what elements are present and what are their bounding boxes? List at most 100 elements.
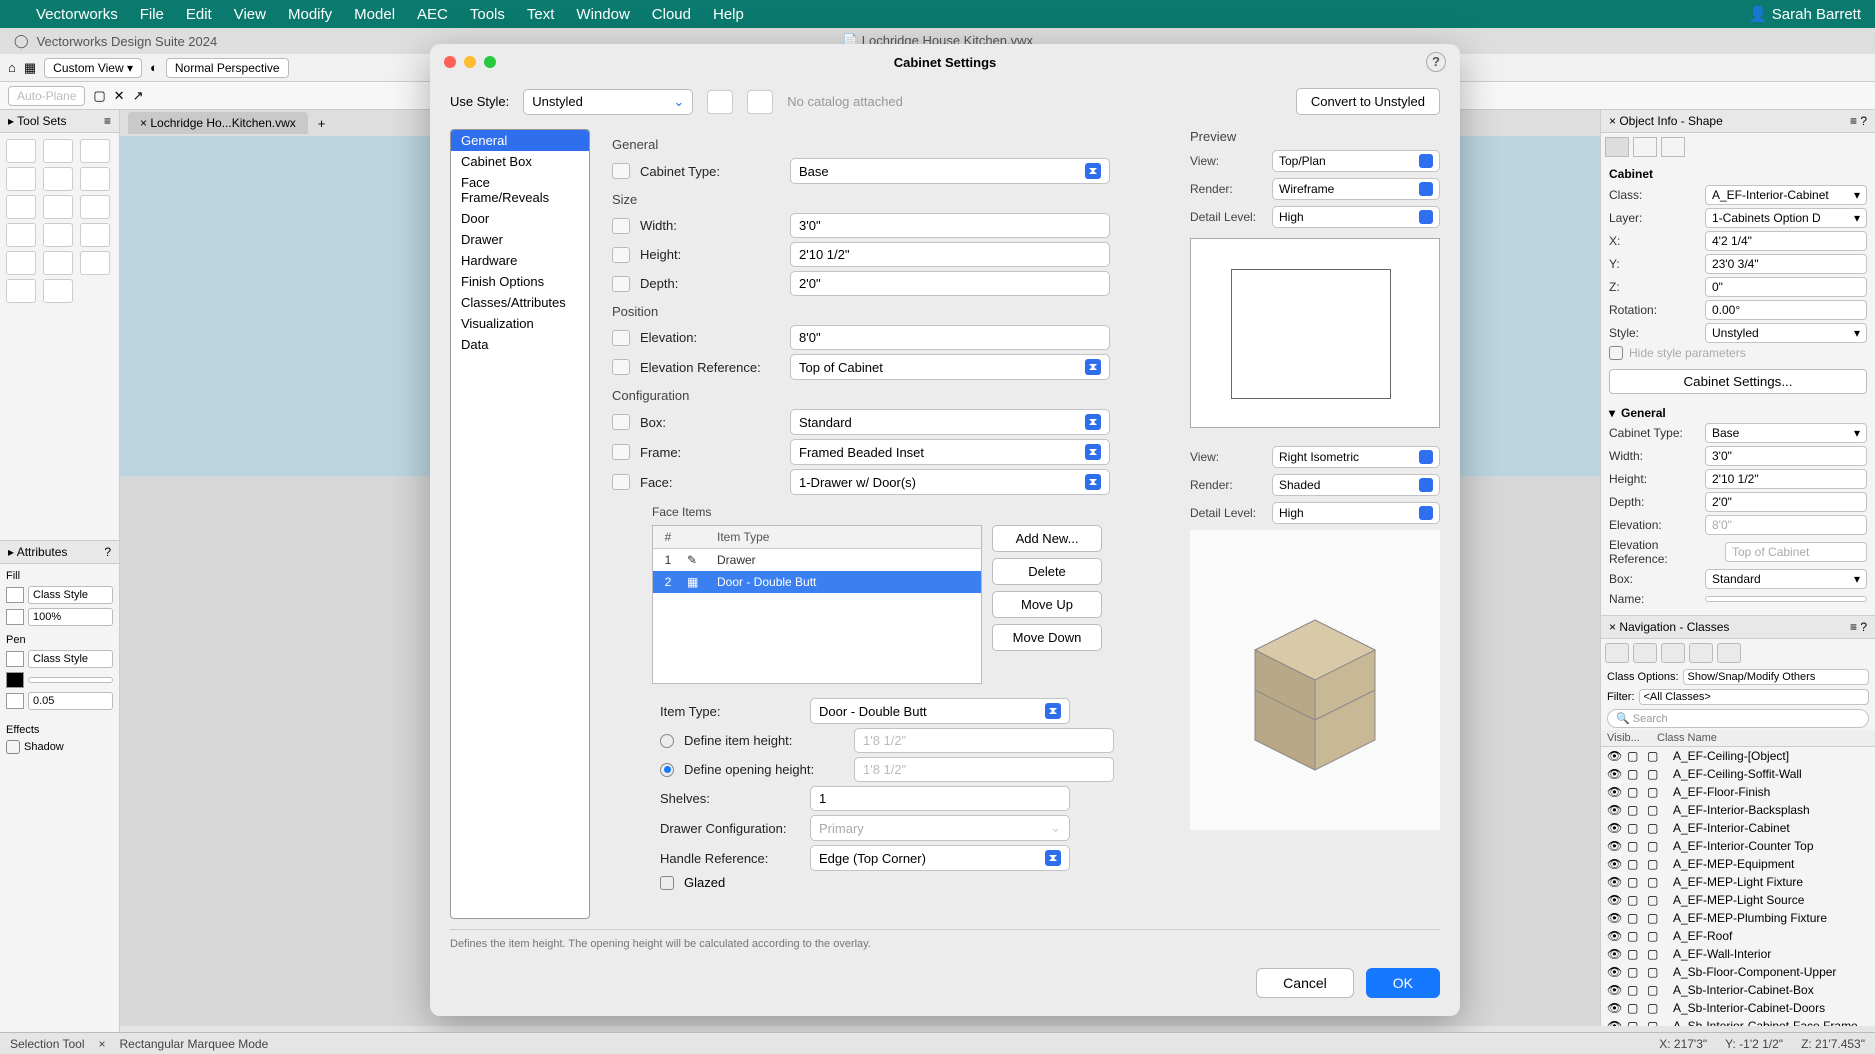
oi-name[interactable] — [1705, 596, 1867, 602]
view-select[interactable]: Custom View ▾ — [44, 58, 142, 78]
tool-icon[interactable] — [80, 139, 110, 163]
z-input[interactable]: 0" — [1705, 277, 1867, 297]
tool-icon[interactable] — [6, 167, 36, 191]
class-row[interactable]: 👁▢▢A_EF-Roof — [1601, 927, 1875, 945]
oi-tab-render[interactable] — [1661, 137, 1685, 157]
tool-icon[interactable] — [6, 195, 36, 219]
fill-color[interactable] — [6, 609, 24, 625]
link-icon[interactable] — [612, 163, 630, 179]
pen-style-select[interactable]: Class Style — [28, 650, 113, 668]
link-icon[interactable] — [612, 218, 630, 234]
tool-a[interactable]: ▢ — [93, 88, 105, 104]
tool-icon[interactable] — [43, 223, 73, 247]
elevation-input[interactable]: 8'0" — [790, 325, 1110, 350]
user-name[interactable]: 👤 Sarah Barrett — [1749, 5, 1861, 23]
menu-view[interactable]: View — [234, 6, 266, 23]
shadow-checkbox[interactable] — [6, 740, 20, 754]
filter-select[interactable]: <All Classes> — [1639, 689, 1870, 705]
nav-visualization[interactable]: Visualization — [451, 313, 589, 334]
pen-pattern[interactable] — [28, 677, 113, 683]
oi-tab-data[interactable] — [1633, 137, 1657, 157]
add-tab-icon[interactable]: + — [318, 116, 326, 131]
fill-swatch[interactable] — [6, 587, 24, 603]
define-item-height-radio[interactable] — [660, 734, 674, 748]
shelves-input[interactable]: 1 — [810, 786, 1070, 811]
link-icon[interactable] — [612, 414, 630, 430]
menu-file[interactable]: File — [140, 6, 164, 23]
link-icon[interactable] — [612, 359, 630, 375]
link-icon[interactable] — [612, 330, 630, 346]
class-row[interactable]: 👁▢▢A_EF-MEP-Light Fixture — [1601, 873, 1875, 891]
nav-tab[interactable] — [1633, 643, 1657, 663]
layer-select[interactable]: 1-Cabinets Option D▾ — [1705, 208, 1867, 228]
palette-menu-icon[interactable]: ≡ ? — [1850, 114, 1867, 128]
maximize-icon[interactable] — [484, 56, 496, 68]
tool-icon[interactable] — [80, 195, 110, 219]
class-select[interactable]: A_EF-Interior-Cabinet▾ — [1705, 185, 1867, 205]
menu-model[interactable]: Model — [354, 6, 395, 23]
nav-face-frame[interactable]: Face Frame/Reveals — [451, 172, 589, 208]
class-search[interactable]: 🔍 Search — [1607, 709, 1869, 728]
nav-tab[interactable] — [1605, 643, 1629, 663]
cabinet-settings-button[interactable]: Cabinet Settings... — [1609, 369, 1867, 394]
menu-cloud[interactable]: Cloud — [652, 6, 691, 23]
layers-icon[interactable]: ▦ — [24, 60, 36, 76]
minimize-icon[interactable] — [464, 56, 476, 68]
elevation-ref-select[interactable]: Top of Cabinet — [790, 354, 1110, 380]
opening-height-input[interactable]: 1'8 1/2" — [854, 757, 1114, 782]
globe-icon[interactable]: ◐ — [150, 60, 158, 75]
x-input[interactable]: 4'2 1/4" — [1705, 231, 1867, 251]
tool-icon[interactable] — [43, 167, 73, 191]
face-items-table[interactable]: #Item Type 1✎Drawer 2▦Door - Double Butt — [652, 525, 982, 684]
tool-icon[interactable] — [6, 251, 36, 275]
oi-height[interactable]: 2'10 1/2" — [1705, 469, 1867, 489]
class-row[interactable]: 👁▢▢A_EF-Ceiling-Soffit-Wall — [1601, 765, 1875, 783]
define-opening-height-radio[interactable] — [660, 763, 674, 777]
pen-weight-icon[interactable] — [6, 693, 24, 709]
table-row[interactable]: 1✎Drawer — [653, 549, 981, 571]
frame-select[interactable]: Framed Beaded Inset — [790, 439, 1110, 465]
class-options-select[interactable]: Show/Snap/Modify Others — [1683, 669, 1869, 685]
preview-view2-select[interactable]: Right Isometric — [1272, 446, 1440, 468]
class-row[interactable]: 👁▢▢A_Sb-Interior-Cabinet-Box — [1601, 981, 1875, 999]
menu-vw[interactable]: Vectorworks — [36, 6, 118, 23]
nav-tab[interactable] — [1717, 643, 1741, 663]
class-row[interactable]: 👁▢▢A_Sb-Interior-Cabinet-Face Frame — [1601, 1017, 1875, 1026]
height-input[interactable]: 2'10 1/2" — [790, 242, 1110, 267]
tool-icon[interactable] — [80, 251, 110, 275]
pen-weight[interactable]: 0.05 — [28, 692, 113, 710]
use-style-select[interactable]: Unstyled⌄ — [523, 89, 693, 115]
class-row[interactable]: 👁▢▢A_EF-Floor-Finish — [1601, 783, 1875, 801]
oi-tab-shape[interactable] — [1605, 137, 1629, 157]
oi-box[interactable]: Standard▾ — [1705, 569, 1867, 589]
palette-help-icon[interactable]: ? — [104, 545, 111, 559]
link-icon[interactable] — [612, 247, 630, 263]
preview-detail2-select[interactable]: High — [1272, 502, 1440, 524]
nav-general[interactable]: General — [451, 130, 589, 151]
nav-door[interactable]: Door — [451, 208, 589, 229]
tool-icon[interactable] — [80, 223, 110, 247]
delete-button[interactable]: Delete — [992, 558, 1102, 585]
tool-icon[interactable] — [6, 223, 36, 247]
tool-icon[interactable] — [6, 279, 36, 303]
fill-opacity[interactable]: 100% — [28, 608, 113, 626]
preview-detail-select[interactable]: High — [1272, 206, 1440, 228]
style-select[interactable]: Unstyled▾ — [1705, 323, 1867, 343]
class-row[interactable]: 👁▢▢A_Sb-Interior-Cabinet-Doors — [1601, 999, 1875, 1017]
item-type-select[interactable]: Door - Double Butt — [810, 698, 1070, 724]
convert-unstyled-button[interactable]: Convert to Unstyled — [1296, 88, 1440, 115]
perspective-select[interactable]: Normal Perspective — [166, 58, 289, 78]
move-up-button[interactable]: Move Up — [992, 591, 1102, 618]
preview-view-select[interactable]: Top/Plan — [1272, 150, 1440, 172]
class-row[interactable]: 👁▢▢A_EF-Interior-Backsplash — [1601, 801, 1875, 819]
oi-width[interactable]: 3'0" — [1705, 446, 1867, 466]
menu-text[interactable]: Text — [527, 6, 555, 23]
pen-swatch[interactable] — [6, 651, 24, 667]
menu-aec[interactable]: AEC — [417, 6, 448, 23]
oi-depth[interactable]: 2'0" — [1705, 492, 1867, 512]
tool-icon[interactable] — [43, 279, 73, 303]
nav-tab[interactable] — [1661, 643, 1685, 663]
class-row[interactable]: 👁▢▢A_EF-Interior-Cabinet — [1601, 819, 1875, 837]
tool-icon[interactable] — [43, 195, 73, 219]
menu-modify[interactable]: Modify — [288, 6, 332, 23]
